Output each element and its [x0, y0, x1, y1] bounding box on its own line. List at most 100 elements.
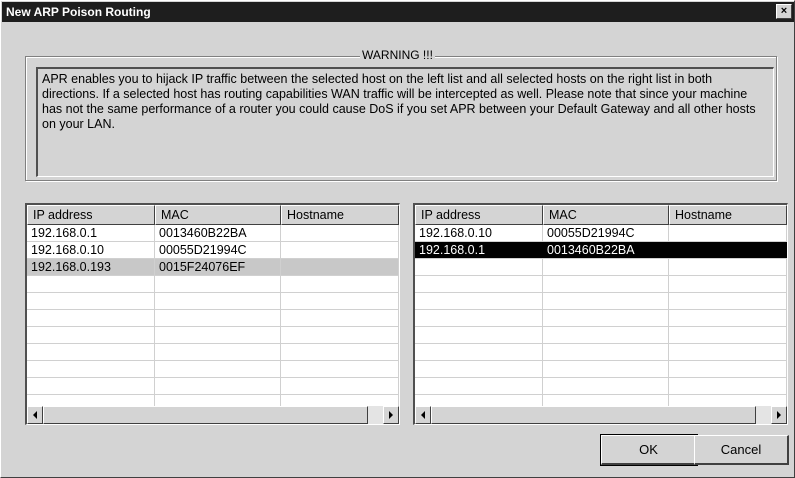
mac-cell: 0013460B22BA — [543, 242, 669, 258]
arp-dialog: New ARP Poison Routing × WARNING !!! APR… — [0, 0, 795, 478]
hostname-cell — [669, 293, 787, 309]
left-horizontal-scrollbar[interactable] — [27, 406, 399, 424]
table-row[interactable]: 192.168.0.193 0015F24076EF — [27, 259, 399, 276]
mac-cell — [543, 310, 669, 326]
table-row — [415, 378, 787, 395]
table-row — [415, 259, 787, 276]
table-row — [27, 361, 399, 378]
mac-cell — [155, 310, 281, 326]
table-row — [27, 293, 399, 310]
column-header-mac[interactable]: MAC — [155, 205, 281, 225]
mac-cell: 0015F24076EF — [155, 259, 281, 275]
right-horizontal-scrollbar[interactable] — [415, 406, 787, 424]
scroll-right-button[interactable] — [771, 406, 787, 424]
mac-cell — [155, 344, 281, 360]
title-bar: New ARP Poison Routing × — [2, 2, 794, 22]
ip-cell: 192.168.0.1 — [415, 242, 543, 258]
table-row — [27, 310, 399, 327]
mac-cell — [543, 378, 669, 394]
ip-cell — [27, 276, 155, 292]
table-row[interactable]: 192.168.0.10 00055D21994C — [27, 242, 399, 259]
cancel-button[interactable]: Cancel — [694, 435, 789, 465]
hostname-cell — [669, 327, 787, 343]
warning-title: WARNING !!! — [360, 48, 435, 62]
right-host-list[interactable]: IP address MAC Hostname 192.168.0.10 0005… — [413, 203, 788, 425]
mac-cell — [155, 327, 281, 343]
ip-cell — [415, 310, 543, 326]
right-list-body: 192.168.0.10 00055D21994C 192.168.0.1 00134… — [415, 225, 787, 412]
hostname-cell — [281, 378, 399, 394]
column-header-ip[interactable]: IP address — [27, 205, 155, 225]
table-row[interactable]: 192.168.0.1 0013460B22BA — [415, 242, 787, 259]
ok-button[interactable]: OK — [600, 434, 698, 466]
mac-cell: 00055D21994C — [543, 225, 669, 241]
table-row — [415, 344, 787, 361]
table-row — [27, 276, 399, 293]
table-row — [415, 310, 787, 327]
hostname-cell — [669, 361, 787, 377]
arrow-right-icon — [777, 411, 781, 419]
ip-cell: 192.168.0.10 — [415, 225, 543, 241]
hostname-cell — [281, 361, 399, 377]
ip-cell — [415, 378, 543, 394]
warning-text: APR enables you to hijack IP traffic bet… — [36, 67, 774, 177]
column-header-mac[interactable]: MAC — [543, 205, 669, 225]
table-row — [27, 327, 399, 344]
mac-cell — [543, 276, 669, 292]
ip-cell: 192.168.0.193 — [27, 259, 155, 275]
hostname-cell — [281, 225, 399, 241]
scroll-thumb[interactable] — [43, 406, 368, 424]
ip-cell — [415, 276, 543, 292]
ip-cell — [27, 310, 155, 326]
hostname-cell — [669, 225, 787, 241]
table-row — [415, 276, 787, 293]
hostname-cell — [669, 310, 787, 326]
ip-cell — [415, 293, 543, 309]
ip-cell — [415, 361, 543, 377]
table-row — [27, 378, 399, 395]
hostname-cell — [281, 344, 399, 360]
table-row — [27, 344, 399, 361]
arrow-left-icon — [421, 411, 425, 419]
ip-cell: 192.168.0.10 — [27, 242, 155, 258]
left-host-list[interactable]: IP address MAC Hostname 192.168.0.1 00134… — [25, 203, 400, 425]
right-list-header: IP address MAC Hostname — [415, 205, 787, 225]
ip-cell: 192.168.0.1 — [27, 225, 155, 241]
ip-cell — [415, 344, 543, 360]
left-list-body: 192.168.0.1 0013460B22BA 192.168.0.10 00055… — [27, 225, 399, 412]
scroll-track[interactable] — [756, 406, 771, 424]
table-row[interactable]: 192.168.0.1 0013460B22BA — [27, 225, 399, 242]
mac-cell — [543, 327, 669, 343]
table-row — [415, 293, 787, 310]
mac-cell: 0013460B22BA — [155, 225, 281, 241]
hostname-cell — [281, 327, 399, 343]
hostname-cell — [281, 259, 399, 275]
hostname-cell — [669, 242, 787, 258]
mac-cell — [155, 276, 281, 292]
hostname-cell — [281, 242, 399, 258]
table-row[interactable]: 192.168.0.10 00055D21994C — [415, 225, 787, 242]
scroll-right-button[interactable] — [383, 406, 399, 424]
scroll-thumb[interactable] — [431, 406, 756, 424]
arrow-left-icon — [33, 411, 37, 419]
ip-cell — [27, 344, 155, 360]
ip-cell — [27, 327, 155, 343]
mac-cell: 00055D21994C — [155, 242, 281, 258]
mac-cell — [155, 378, 281, 394]
close-button[interactable]: × — [776, 4, 792, 19]
ip-cell — [415, 327, 543, 343]
table-row — [415, 361, 787, 378]
scroll-left-button[interactable] — [415, 406, 431, 424]
mac-cell — [543, 361, 669, 377]
column-header-hostname[interactable]: Hostname — [281, 205, 399, 225]
hostname-cell — [669, 344, 787, 360]
mac-cell — [543, 344, 669, 360]
column-header-ip[interactable]: IP address — [415, 205, 543, 225]
column-header-hostname[interactable]: Hostname — [669, 205, 787, 225]
hostname-cell — [669, 276, 787, 292]
hostname-cell — [669, 378, 787, 394]
scroll-left-button[interactable] — [27, 406, 43, 424]
scroll-track[interactable] — [368, 406, 383, 424]
window-title: New ARP Poison Routing — [6, 5, 151, 19]
hostname-cell — [281, 293, 399, 309]
